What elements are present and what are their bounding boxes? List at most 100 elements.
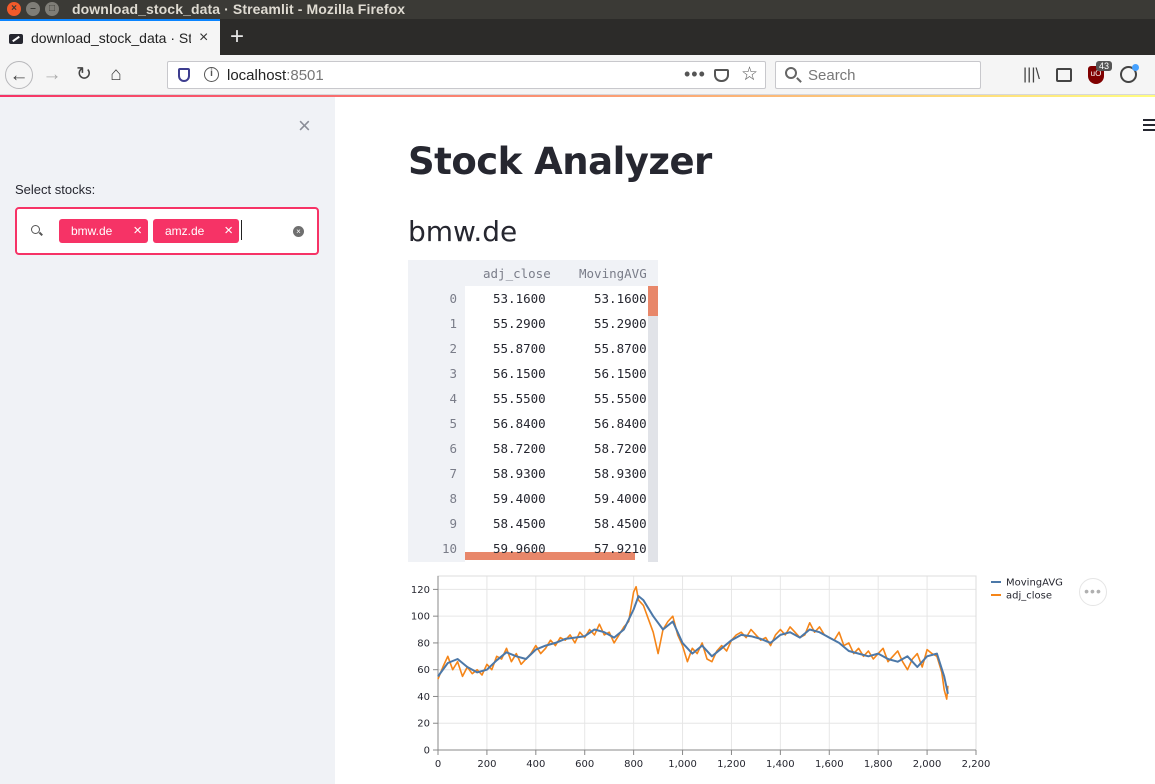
line-chart[interactable]: 0 200 400 600 800 1,000 1,200 1,400 1,600 1,800 2,… (395, 574, 1115, 784)
row-index[interactable]: 0 (408, 291, 457, 306)
cell-adj-close[interactable]: 58.4500 (493, 516, 546, 531)
window-maximize-button[interactable]: □ (45, 2, 59, 16)
row-index[interactable]: 4 (408, 391, 457, 406)
forward-button[interactable]: → (38, 61, 66, 89)
cell-movingavg[interactable]: 58.7200 (594, 441, 647, 456)
plot-frame (437, 575, 977, 751)
home-button[interactable]: ⌂ (102, 61, 130, 89)
cell-adj-close[interactable]: 53.1600 (493, 291, 546, 306)
library-icon[interactable]: |||\ (1023, 66, 1040, 84)
sidebar-toggle-icon[interactable] (1056, 68, 1072, 82)
cell-movingavg[interactable]: 58.9300 (594, 466, 647, 481)
cell-movingavg[interactable]: 56.8400 (594, 416, 647, 431)
column-header-movingavg[interactable]: MovingAVG (579, 266, 647, 281)
legend-label: adj_close (1006, 591, 1052, 602)
site-info-icon[interactable]: i (204, 67, 219, 82)
back-button[interactable]: ← (5, 61, 33, 89)
y-tick-label: 120 (411, 585, 430, 596)
y-tick-label: 40 (417, 692, 430, 703)
cell-movingavg[interactable]: 55.2900 (594, 316, 647, 331)
row-index[interactable]: 6 (408, 441, 457, 456)
window-title: download_stock_data · Streamlit - Mozill… (72, 1, 406, 17)
url-text[interactable]: localhost:8501 (227, 67, 324, 84)
cell-movingavg[interactable]: 59.4000 (594, 491, 647, 506)
row-index[interactable]: 7 (408, 466, 457, 481)
chip-amz: amz.de × (153, 219, 239, 243)
chip-label: amz.de (165, 224, 205, 238)
y-tick-label: 80 (417, 638, 430, 649)
y-tick-label: 20 (417, 719, 430, 730)
x-tick-label: 1,000 (668, 759, 697, 770)
row-index[interactable]: 1 (408, 316, 457, 331)
new-tab-button[interactable]: + (230, 23, 244, 51)
tab-strip: download_stock_data · Streamlit × + (0, 19, 1155, 55)
cell-adj-close[interactable]: 56.8400 (493, 416, 546, 431)
chip-bmw: bmw.de × (59, 219, 148, 243)
cell-movingavg[interactable]: 55.5500 (594, 391, 647, 406)
y-tick-label: 60 (417, 665, 430, 676)
series-line-movingavg (437, 595, 949, 695)
row-index[interactable]: 10 (408, 541, 457, 556)
cell-movingavg[interactable]: 56.1500 (594, 366, 647, 381)
x-tick-label: 2,200 (962, 759, 991, 770)
row-index[interactable]: 2 (408, 341, 457, 356)
clear-all-icon[interactable]: × (293, 226, 304, 237)
url-bar[interactable]: i localhost:8501 ••• ☆ (167, 61, 766, 89)
chart-actions-menu[interactable]: ••• (1079, 578, 1107, 606)
select-stocks-label: Select stocks: (15, 182, 96, 197)
bookmark-star-icon[interactable]: ☆ (741, 63, 758, 86)
cell-adj-close[interactable]: 58.9300 (493, 466, 546, 481)
cell-movingavg[interactable]: 58.4500 (594, 516, 647, 531)
y-tick-label: 0 (424, 746, 430, 757)
dataframe-vertical-scroll-thumb[interactable] (648, 286, 658, 316)
window-titlebar: × – □ download_stock_data · Streamlit - … (0, 0, 1155, 19)
x-tick-label: 200 (477, 759, 496, 770)
cell-adj-close[interactable]: 55.2900 (493, 316, 546, 331)
page-actions-menu-icon[interactable]: ••• (684, 64, 706, 85)
chip-remove-icon[interactable]: × (224, 219, 233, 243)
cell-adj-close[interactable]: 55.5500 (493, 391, 546, 406)
pocket-icon[interactable] (714, 69, 729, 82)
cell-adj-close[interactable]: 55.8700 (493, 341, 546, 356)
x-tick-label: 1,600 (815, 759, 844, 770)
row-index[interactable]: 8 (408, 491, 457, 506)
chip-remove-icon[interactable]: × (133, 219, 142, 243)
main-content: Stock Analyzer bmw.de adj_close MovingAV… (335, 97, 1155, 784)
dataframe[interactable]: adj_close MovingAVG 0 53.1600 53.1600 1 55.2… (408, 260, 658, 562)
account-notification-dot (1132, 64, 1139, 71)
browser-tab[interactable]: download_stock_data · Streamlit × (0, 19, 220, 55)
row-index[interactable]: 3 (408, 366, 457, 381)
x-tick-label: 600 (575, 759, 594, 770)
cell-movingavg[interactable]: 53.1600 (594, 291, 647, 306)
x-tick-label: 2,000 (913, 759, 942, 770)
ublock-count-badge: 43 (1096, 61, 1113, 71)
streamlit-favicon-icon (9, 34, 23, 44)
dataframe-vertical-scrollbar[interactable] (648, 286, 658, 562)
cell-adj-close[interactable]: 59.4000 (493, 491, 546, 506)
cell-adj-close[interactable]: 59.9600 (493, 541, 546, 556)
sidebar-close-icon[interactable]: × (298, 113, 311, 139)
stocks-multiselect[interactable]: bmw.de × amz.de × × (15, 207, 319, 255)
hamburger-menu-icon[interactable] (1143, 119, 1155, 131)
column-header-adj-close[interactable]: adj_close (483, 266, 551, 281)
row-index[interactable]: 9 (408, 516, 457, 531)
cell-adj-close[interactable]: 58.7200 (493, 441, 546, 456)
x-tick-label: 1,800 (864, 759, 893, 770)
window-minimize-button[interactable]: – (26, 2, 40, 16)
search-bar[interactable]: Search (775, 61, 981, 89)
url-host: localhost (227, 67, 287, 84)
x-tick-label: 800 (624, 759, 643, 770)
tab-close-icon[interactable]: × (199, 29, 208, 47)
row-index[interactable]: 5 (408, 416, 457, 431)
cell-adj-close[interactable]: 56.1500 (493, 366, 546, 381)
page-title: Stock Analyzer (408, 140, 712, 183)
x-tick-label: 400 (526, 759, 545, 770)
x-tick-label: 1,200 (717, 759, 746, 770)
stock-subheader: bmw.de (408, 215, 518, 248)
cell-movingavg[interactable]: 57.9210 (594, 541, 647, 556)
tracking-protection-shield-icon[interactable] (178, 68, 190, 82)
window-close-button[interactable]: × (7, 2, 21, 16)
reload-button[interactable]: ↻ (70, 61, 98, 89)
cell-movingavg[interactable]: 55.8700 (594, 341, 647, 356)
tab-title: download_stock_data · Streamlit (31, 30, 191, 46)
